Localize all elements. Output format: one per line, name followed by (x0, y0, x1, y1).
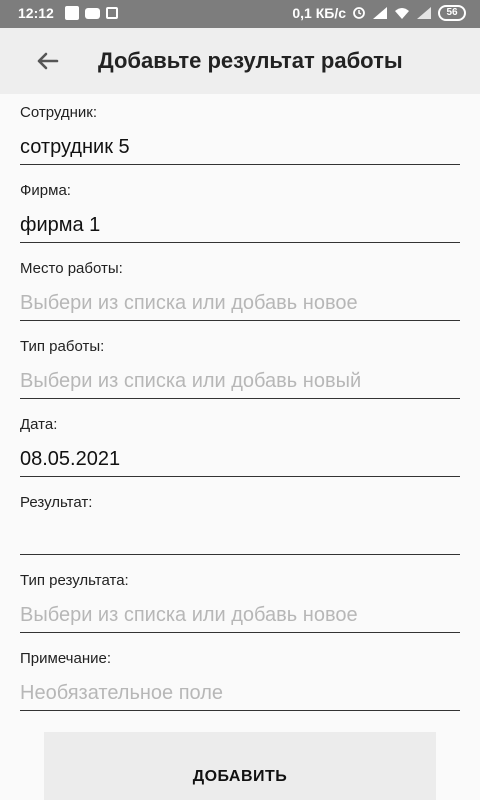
result-type-underline (20, 632, 460, 633)
work-type-underline (20, 398, 460, 399)
app-bar: Добавьте результат работы (0, 28, 480, 94)
workplace-field: Место работы: Выбери из списка или добав… (20, 250, 460, 322)
page-title: Добавьте результат работы (98, 48, 403, 73)
signal-icon (373, 7, 387, 19)
date-field: Дата: 08.05.2021 (20, 406, 460, 478)
company-label: Фирма: (20, 182, 71, 199)
result-label: Результат: (20, 494, 93, 511)
battery-icon: 56 (438, 5, 466, 21)
alarm-icon (353, 7, 365, 19)
note-input[interactable]: Необязательное поле (20, 682, 460, 705)
status-right: 0,1 КБ/с 56 (292, 5, 466, 21)
result-type-field: Тип результата: Выбери из списка или доб… (20, 562, 460, 634)
status-time: 12:12 (18, 5, 54, 21)
date-label: Дата: (20, 416, 58, 433)
result-type-input[interactable]: Выбери из списка или добавь новое (20, 604, 460, 627)
result-field: Результат: (20, 484, 460, 556)
note-label: Примечание: (20, 650, 111, 667)
result-underline (20, 554, 460, 555)
add-button[interactable]: ДОБАВИТЬ (44, 732, 436, 800)
company-input[interactable]: фирма 1 (20, 214, 460, 237)
message-icon (65, 6, 79, 20)
wifi-icon (395, 8, 409, 19)
date-underline (20, 476, 460, 477)
employee-field: Сотрудник: сотрудник 5 (20, 94, 460, 166)
workplace-input[interactable]: Выбери из списка или добавь новое (20, 292, 460, 315)
youtube-icon (85, 7, 100, 19)
note-field: Примечание: Необязательное поле (20, 640, 460, 712)
company-field: Фирма: фирма 1 (20, 172, 460, 244)
workplace-label: Место работы: (20, 260, 123, 277)
work-type-input[interactable]: Выбери из списка или добавь новый (20, 370, 460, 393)
notification-icons (65, 6, 118, 20)
date-input[interactable]: 08.05.2021 (20, 448, 460, 471)
status-bar: 12:12 0,1 КБ/с 56 (0, 0, 480, 28)
image-icon (106, 7, 118, 19)
work-type-label: Тип работы: (20, 338, 105, 355)
back-arrow-icon[interactable] (32, 46, 62, 76)
note-underline (20, 710, 460, 711)
employee-label: Сотрудник: (20, 104, 98, 121)
network-speed: 0,1 КБ/с (292, 5, 346, 21)
workplace-underline (20, 320, 460, 321)
company-underline (20, 242, 460, 243)
signal-icon-2 (417, 7, 431, 19)
result-type-label: Тип результата: (20, 572, 129, 589)
add-button-label: ДОБАВИТЬ (192, 768, 288, 785)
employee-underline (20, 164, 460, 165)
work-type-field: Тип работы: Выбери из списка или добавь … (20, 328, 460, 400)
employee-input[interactable]: сотрудник 5 (20, 136, 460, 159)
